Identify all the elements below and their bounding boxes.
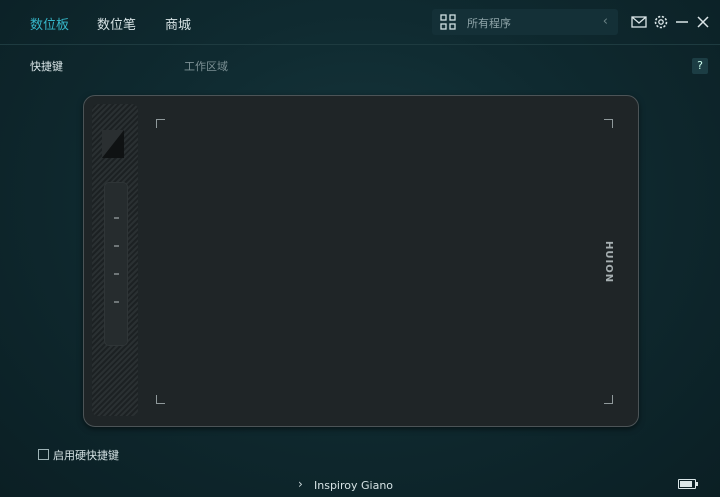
tab-store[interactable]: 商城: [165, 14, 191, 33]
search-placeholder: 所有程序: [467, 17, 511, 30]
top-bar: 数位板 数位笔 商城 所有程序 ‹: [0, 0, 720, 45]
tab-shortcut-keys[interactable]: 快捷键: [30, 58, 63, 74]
huion-brand-logo: HUION: [603, 241, 614, 284]
tablet-side-panel: [92, 104, 138, 416]
tab-tablet[interactable]: 数位板: [30, 14, 69, 33]
tablet-active-area: [144, 104, 628, 416]
chevron-right-icon[interactable]: ›: [298, 477, 303, 491]
mail-icon[interactable]: [630, 13, 648, 31]
corner-mark-bottom-right: [604, 395, 613, 404]
express-key-4[interactable]: [114, 301, 119, 303]
corner-mark-top-right: [604, 119, 613, 128]
chevron-left-icon[interactable]: ‹: [603, 14, 608, 29]
tablet-illustration: HUION: [83, 95, 639, 427]
gear-icon[interactable]: [652, 13, 670, 31]
tab-work-area[interactable]: 工作区域: [184, 58, 228, 74]
close-icon[interactable]: [694, 13, 712, 31]
enable-hw-shortcut-checkbox[interactable]: [38, 449, 49, 460]
corner-mark-bottom-left: [156, 395, 165, 404]
express-key-3[interactable]: [114, 273, 119, 275]
grid-icon: [440, 14, 456, 30]
device-name[interactable]: Inspiroy Giano: [314, 479, 393, 492]
enable-hw-shortcut-label[interactable]: 启用硬快捷键: [53, 447, 119, 463]
express-key-strip: [104, 182, 128, 346]
minimize-icon[interactable]: [673, 13, 691, 31]
program-search[interactable]: 所有程序 ‹: [432, 9, 618, 35]
express-key-1[interactable]: [114, 217, 119, 219]
corner-mark-top-left: [156, 119, 165, 128]
tablet-logo-icon: [102, 130, 124, 158]
tab-pen[interactable]: 数位笔: [97, 14, 136, 33]
battery-icon: [678, 479, 698, 489]
help-button[interactable]: ?: [692, 58, 708, 74]
express-key-2[interactable]: [114, 245, 119, 247]
